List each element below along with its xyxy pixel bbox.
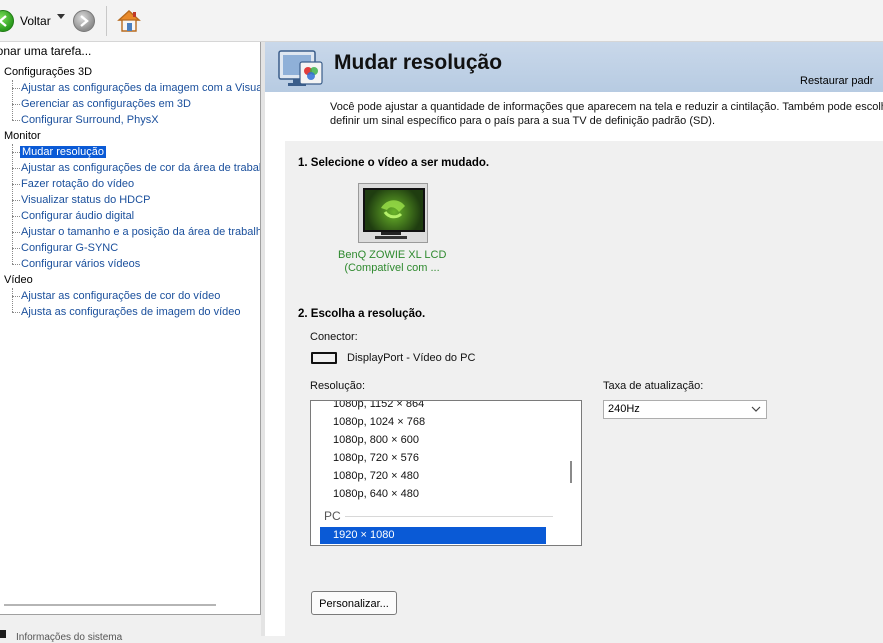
- tree-item-video-color[interactable]: Ajustar as configurações de cor do vídeo: [21, 290, 220, 302]
- restore-defaults-link[interactable]: Restaurar padr: [800, 75, 873, 87]
- home-button[interactable]: [117, 9, 141, 36]
- tree-connector: [12, 264, 20, 265]
- tree-category-video[interactable]: Vídeo: [4, 274, 33, 286]
- page-description: Você pode ajustar a quantidade de inform…: [330, 100, 883, 128]
- resolution-option[interactable]: 1080p, 720 × 576: [333, 452, 419, 464]
- resolution-group-pc: PC: [324, 509, 341, 523]
- tree-item-manage-3d[interactable]: Gerenciar as configurações em 3D: [21, 98, 191, 110]
- forward-button[interactable]: [73, 10, 95, 35]
- tree-connector: [12, 80, 13, 120]
- customize-button[interactable]: Personalizar...: [311, 591, 397, 615]
- task-tree-pane: cionar uma tarefa... Configurações 3D Aj…: [0, 42, 261, 615]
- tree-connector: [12, 232, 20, 233]
- resolution-option[interactable]: 1080p, 1152 × 864: [333, 401, 424, 410]
- monitor-name: BenQ ZOWIE XL LCD: [338, 249, 447, 261]
- section-choose-resolution: 2. Escolha a resolução.: [298, 308, 426, 320]
- displayport-icon: [311, 352, 337, 364]
- connector-value: DisplayPort - Vídeo do PC: [347, 352, 476, 364]
- chevron-down-icon: [751, 406, 761, 412]
- tree-category-monitor[interactable]: Monitor: [4, 130, 41, 142]
- tree-connector: [12, 296, 20, 297]
- forward-arrow-icon: [73, 10, 95, 32]
- refresh-rate-select[interactable]: 240Hz: [603, 400, 767, 419]
- tree-item-gsync[interactable]: Configurar G-SYNC: [21, 242, 118, 254]
- tree-connector: [12, 120, 20, 121]
- resolution-option[interactable]: 1080p, 720 × 480: [333, 470, 419, 482]
- list-scrollbar-thumb[interactable]: [570, 461, 572, 483]
- description-line-1: Você pode ajustar a quantidade de inform…: [330, 101, 883, 113]
- back-arrow-icon: [0, 10, 14, 32]
- monitor-icon: [358, 183, 428, 243]
- back-label: Voltar: [20, 14, 51, 28]
- tree-connector: [12, 152, 20, 153]
- back-button[interactable]: Voltar: [0, 10, 51, 32]
- home-icon: [117, 10, 141, 32]
- connector-label: Conector:: [310, 331, 358, 343]
- horizontal-scrollbar[interactable]: [4, 604, 216, 606]
- resolution-option[interactable]: 1080p, 800 × 600: [333, 434, 419, 446]
- tree-item-video-image[interactable]: Ajusta as configurações de imagem do víd…: [21, 306, 241, 318]
- toolbar-divider: [106, 6, 107, 36]
- toolbar: Voltar: [0, 0, 883, 42]
- tree-category-3d[interactable]: Configurações 3D: [4, 66, 92, 78]
- tree-item-multiple-displays[interactable]: Configurar vários vídeos: [21, 258, 140, 270]
- group-divider: [345, 516, 553, 517]
- refresh-rate-label: Taxa de atualização:: [603, 380, 704, 392]
- tree-connector: [12, 144, 13, 264]
- resolution-option[interactable]: 1080p, 1024 × 768: [333, 416, 425, 428]
- display-settings-icon: [278, 48, 324, 91]
- resolution-option-selected[interactable]: 1920 × 1080: [320, 527, 546, 544]
- content-pane: Mudar resolução Restaurar padr Você pode…: [265, 42, 883, 636]
- tree-connector: [12, 88, 20, 89]
- tree-item-surround-physx[interactable]: Configurar Surround, PhysX: [21, 114, 159, 126]
- task-header: cionar uma tarefa...: [0, 44, 92, 58]
- section-select-display: 1. Selecione o vídeo a ser mudado.: [298, 157, 490, 169]
- tree-item-change-resolution[interactable]: Mudar resolução: [20, 146, 106, 158]
- tree-connector: [12, 216, 20, 217]
- tree-item-hdcp-status[interactable]: Visualizar status do HDCP: [21, 194, 150, 206]
- settings-panel: 1. Selecione o vídeo a ser mudado. BenQ …: [285, 141, 883, 636]
- tree-item-image-settings[interactable]: Ajustar as configurações da imagem com a…: [21, 82, 260, 94]
- system-info-label: Informações do sistema: [16, 632, 123, 643]
- monitor-compat: (Compatível com ...: [344, 262, 440, 274]
- tree-connector: [12, 184, 20, 185]
- tree-connector: [12, 200, 20, 201]
- resolution-option[interactable]: 1080p, 640 × 480: [333, 488, 419, 500]
- refresh-rate-value: 240Hz: [608, 403, 640, 415]
- system-info-link[interactable]: Informações do sistema: [0, 618, 262, 643]
- page-title: Mudar resolução: [334, 51, 503, 74]
- tree-item-rotate-display[interactable]: Fazer rotação do vídeo: [21, 178, 134, 190]
- back-dropdown-icon[interactable]: [57, 14, 65, 19]
- description-line-2: definir um sinal específico para o país …: [330, 115, 716, 127]
- tree-connector: [12, 312, 20, 313]
- tree-item-desktop-color[interactable]: Ajustar as configurações de cor da área …: [21, 162, 260, 174]
- tree-item-digital-audio[interactable]: Configurar áudio digital: [21, 210, 134, 222]
- resolution-list[interactable]: 1080p, 1152 × 864 1080p, 1024 × 768 1080…: [310, 400, 582, 546]
- tree-connector: [12, 288, 13, 312]
- resolution-label: Resolução:: [310, 380, 366, 392]
- tree-connector: [12, 168, 20, 169]
- tree-connector: [12, 248, 20, 249]
- tree-connector: [12, 104, 20, 105]
- tree-item-desktop-size[interactable]: Ajustar o tamanho e a posição da área de…: [21, 226, 260, 238]
- system-info-icon: [0, 630, 6, 638]
- page-banner: Mudar resolução Restaurar padr: [265, 42, 883, 92]
- monitor-label: BenQ ZOWIE XL LCD (Compatível com ...: [338, 249, 446, 275]
